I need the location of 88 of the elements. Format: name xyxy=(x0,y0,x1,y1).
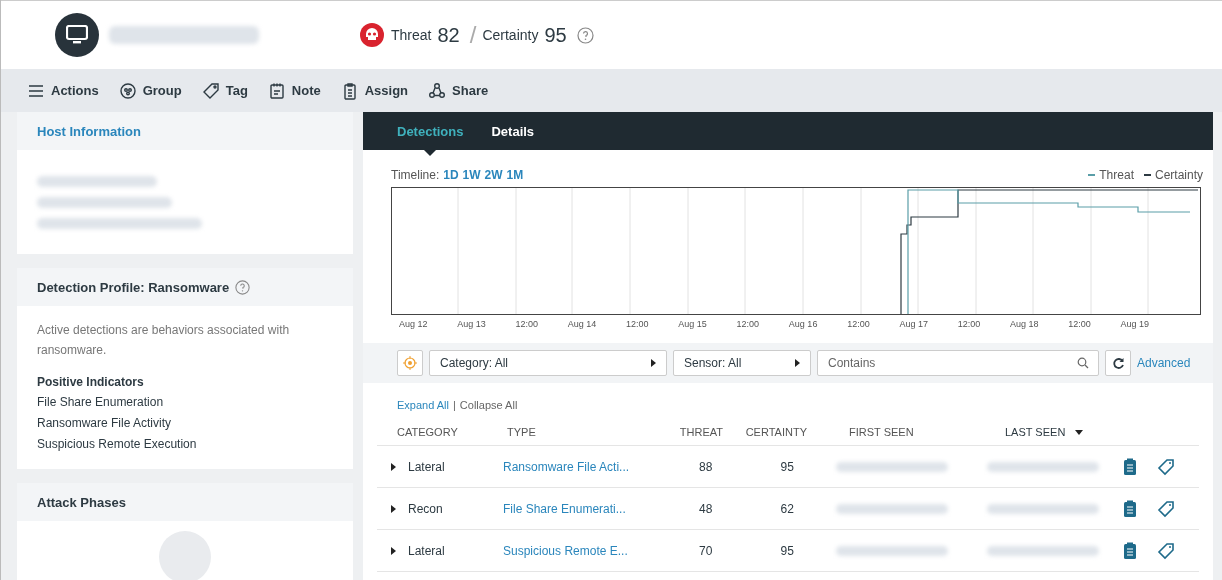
range-link[interactable]: 1M xyxy=(506,168,524,182)
expand-all-link[interactable]: Expand All xyxy=(397,399,449,411)
toolbar-button[interactable]: Note xyxy=(267,81,321,100)
column-header[interactable]: THREAT xyxy=(679,426,723,438)
column-header[interactable]: TYPE xyxy=(507,426,536,438)
toolbar-button[interactable]: Group xyxy=(118,81,182,100)
column-header[interactable]: LAST SEEN xyxy=(1005,426,1066,438)
legend-item: Threat xyxy=(1088,168,1134,182)
threat-score: 82 xyxy=(437,23,460,47)
help-icon[interactable] xyxy=(235,279,251,295)
category-dropdown[interactable]: Category: All xyxy=(429,350,667,376)
axis-label: Aug 15 xyxy=(678,319,707,329)
axis-label: Aug 14 xyxy=(567,319,597,329)
axis-label: Aug 16 xyxy=(788,319,818,329)
axis-label: 12:00 xyxy=(957,319,981,329)
toolbar-button[interactable]: Share xyxy=(428,81,489,100)
axis-label: Aug 12 xyxy=(399,319,428,329)
indicator-item: Ransomware File Activity xyxy=(37,415,173,432)
table-cell: Lateral xyxy=(408,459,445,474)
axis-label: 12:00 xyxy=(515,319,539,329)
range-link[interactable]: 1W xyxy=(462,168,481,182)
detection-type-link[interactable]: File Share Enumerati... xyxy=(503,501,626,516)
group-icon xyxy=(118,81,137,100)
axis-label: Aug 13 xyxy=(457,319,486,329)
range-link[interactable]: 1D xyxy=(443,168,459,182)
tab[interactable]: Details xyxy=(491,112,535,150)
profile-description: Active detections are behaviors associated with ransomware. xyxy=(37,322,291,359)
column-header[interactable]: CATEGORY xyxy=(397,426,458,438)
axis-label: Aug 18 xyxy=(1009,319,1039,329)
help-icon[interactable] xyxy=(576,26,594,44)
tag-icon[interactable] xyxy=(1157,499,1175,518)
expand-caret-icon[interactable] xyxy=(391,546,396,555)
tag-icon[interactable] xyxy=(1157,541,1175,560)
expand-caret-icon[interactable] xyxy=(391,504,396,513)
clipboard-icon[interactable] xyxy=(1123,457,1137,476)
score-separator: / xyxy=(469,21,477,49)
clipboard-icon[interactable] xyxy=(1123,499,1137,518)
search-icon xyxy=(1077,357,1089,369)
certainty-label: Certainty xyxy=(482,27,539,43)
skull-icon xyxy=(359,22,385,48)
range-link[interactable]: 2W xyxy=(484,168,503,182)
column-header[interactable]: CERTAINTY xyxy=(745,426,807,438)
advanced-link[interactable]: Advanced xyxy=(1137,356,1191,370)
clipboard-icon[interactable] xyxy=(1123,541,1137,560)
table-cell: 95 xyxy=(780,459,794,474)
table-cell: 88 xyxy=(699,459,713,474)
toolbar-button[interactable]: Tag xyxy=(201,81,248,100)
tab[interactable]: Detections xyxy=(397,112,464,150)
share-icon xyxy=(428,81,447,100)
indicator-item: File Share Enumeration xyxy=(37,394,165,411)
toolbar-button[interactable]: Assign xyxy=(340,81,409,100)
tag-icon xyxy=(201,81,220,100)
table-cell: 62 xyxy=(780,501,794,516)
toolbar-button[interactable]: Actions xyxy=(27,81,99,100)
threat-label: Threat xyxy=(391,27,432,43)
target-icon xyxy=(403,356,417,370)
tag-icon[interactable] xyxy=(1157,457,1175,476)
refresh-button[interactable] xyxy=(1105,350,1131,376)
sensor-dropdown[interactable]: Sensor: All xyxy=(673,350,811,376)
axis-label: 12:00 xyxy=(847,319,870,329)
card-title: Detection Profile: Ransomware xyxy=(37,279,230,295)
certainty-score: 95 xyxy=(544,23,567,47)
table-cell: Lateral xyxy=(408,543,445,558)
expand-caret-icon[interactable] xyxy=(391,462,396,471)
axis-label: 12:00 xyxy=(1068,319,1091,329)
note-icon xyxy=(267,81,286,100)
axis-label: Aug 19 xyxy=(1120,319,1149,329)
table-cell: 48 xyxy=(699,501,713,516)
axis-label: 12:00 xyxy=(736,319,760,329)
timeline-label: Timeline: xyxy=(391,168,440,182)
axis-label: Aug 17 xyxy=(899,319,928,329)
detection-type-link[interactable]: Suspicious Remote E... xyxy=(503,543,628,558)
indicators-heading: Positive Indicators xyxy=(37,374,145,391)
card-title: Host Information xyxy=(37,123,141,139)
table-cell: Recon xyxy=(408,501,443,516)
table-cell: 70 xyxy=(699,543,713,558)
link-separator: | xyxy=(453,399,456,411)
monitor-icon xyxy=(55,13,99,57)
column-header[interactable]: FIRST SEEN xyxy=(849,426,914,438)
table-cell: 95 xyxy=(780,543,794,558)
legend-item: Certainty xyxy=(1143,168,1203,182)
collapse-all-link[interactable]: Collapse All xyxy=(459,399,518,411)
search-field[interactable]: Contains xyxy=(817,350,1099,376)
detection-type-link[interactable]: Ransomware File Acti... xyxy=(503,459,630,474)
axis-label: 12:00 xyxy=(626,319,649,329)
refresh-icon xyxy=(1111,356,1125,370)
indicator-item: Suspicious Remote Execution xyxy=(37,436,198,453)
card-title: Attack Phases xyxy=(37,494,126,510)
